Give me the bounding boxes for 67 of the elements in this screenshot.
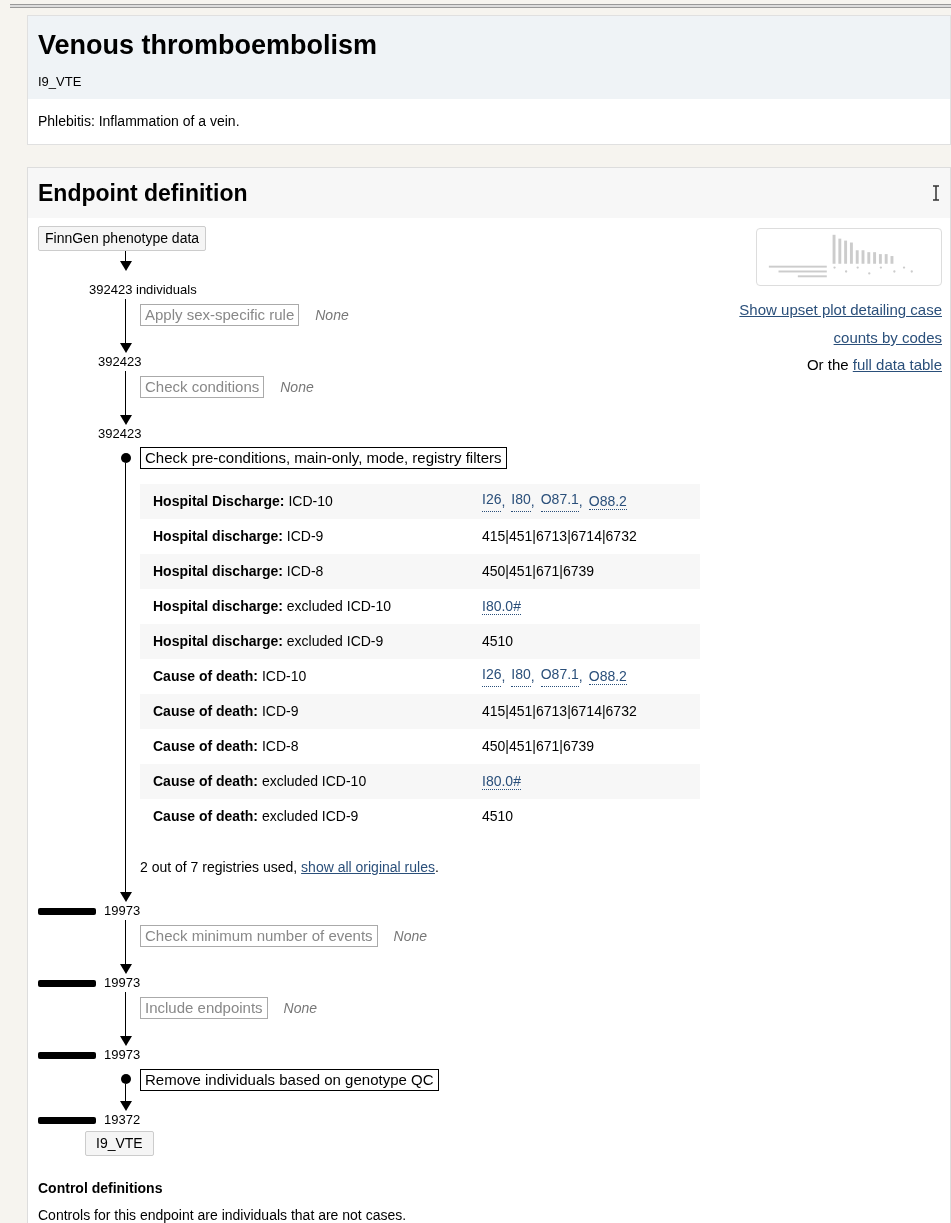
separator: ,: [530, 667, 535, 686]
separator: ,: [501, 492, 506, 511]
rule-source: Cause of death: excluded ICD-10: [153, 772, 368, 791]
step-label: Include endpoints: [140, 997, 268, 1019]
rule-source: Hospital Discharge: ICD-10: [153, 492, 334, 511]
separator: ,: [530, 492, 535, 511]
original-rules-link[interactable]: show all original rules: [301, 859, 435, 875]
rule-source: Cause of death: ICD-8: [153, 737, 300, 756]
code-link[interactable]: O87.1: [540, 666, 579, 687]
step-label: Remove individuals based on genotype QC: [140, 1069, 439, 1091]
controls-text: Controls for this endpoint are individuals that are not cases.: [38, 1206, 408, 1223]
count-text: 19973: [104, 974, 141, 993]
rule-source: Cause of death: excluded ICD-9: [153, 807, 360, 826]
code-text: 450|451|671|6739: [482, 737, 595, 756]
step-note: None: [280, 377, 314, 397]
step-note: None: [283, 998, 318, 1018]
rule-source: Hospital discharge: excluded ICD-10: [153, 597, 393, 616]
code-text: 4510: [482, 632, 514, 651]
code-link[interactable]: I26: [482, 666, 502, 687]
step-label: Apply sex-specific rule: [140, 304, 300, 326]
connector-arrow: [120, 299, 131, 353]
connector-arrow: [120, 371, 131, 425]
connector-arrow: [120, 920, 131, 974]
code-link[interactable]: O88.2: [588, 493, 627, 510]
count-text: 19973: [104, 1046, 141, 1065]
code-link[interactable]: I26: [482, 491, 502, 512]
rule-source: Hospital discharge: ICD-9: [153, 527, 325, 546]
count-text: 392423 individuals: [89, 281, 197, 300]
description: Phlebitis: Inflammation of a vein.: [28, 98, 950, 144]
code-link[interactable]: O88.2: [588, 668, 627, 685]
code-link[interactable]: I80.0#: [482, 598, 521, 615]
controls-title: Control definitions: [38, 1179, 164, 1198]
count-text: 19973: [104, 902, 141, 921]
source-button[interactable]: FinnGen phenotype data: [38, 226, 207, 251]
rule-source: Hospital discharge: ICD-8: [153, 562, 325, 581]
connector-arrow: [120, 251, 131, 271]
code-text: 450|451|671|6739: [482, 562, 595, 581]
count-text: 392423: [98, 353, 142, 372]
code-text: 415|451|6713|6714|6732: [482, 527, 637, 546]
step-label: Check conditions: [140, 376, 265, 398]
code-link[interactable]: I80: [511, 491, 531, 512]
rule-source: Cause of death: ICD-10: [153, 667, 308, 686]
section-title: Endpoint definition: [38, 178, 248, 208]
data-table-link[interactable]: full data table: [852, 356, 942, 373]
step-label: Check minimum number of events: [140, 925, 378, 947]
step-label: Check pre-conditions, main-only, mode, registry filters: [140, 447, 507, 469]
registries-note: 2 out of 7 registries used, show all original rules.: [140, 858, 440, 877]
connector-arrow: [120, 992, 131, 1046]
count-text: 392423: [98, 425, 142, 444]
step-note: None: [315, 305, 349, 325]
code-link[interactable]: O87.1: [540, 491, 579, 512]
page-title: Venous thromboembolism: [38, 29, 379, 62]
separator: ,: [501, 667, 506, 686]
endpoint-code: I9_VTE: [38, 73, 83, 91]
result-button[interactable]: I9_VTE: [85, 1131, 154, 1156]
rule-source: Cause of death: ICD-9: [153, 702, 300, 721]
code-text: 4510: [482, 807, 514, 826]
data-table-text: Or the full data table: [806, 355, 942, 375]
count-text: 19372: [104, 1111, 141, 1130]
code-link[interactable]: I80.0#: [482, 773, 521, 790]
code-text: 415|451|6713|6714|6732: [482, 702, 637, 721]
rule-source: Hospital discharge: excluded ICD-9: [153, 632, 385, 651]
step-note: None: [393, 926, 428, 946]
code-link[interactable]: I80: [511, 666, 531, 687]
expand-icon[interactable]: [932, 184, 940, 201]
separator: ,: [578, 492, 583, 511]
separator: ,: [578, 667, 583, 686]
